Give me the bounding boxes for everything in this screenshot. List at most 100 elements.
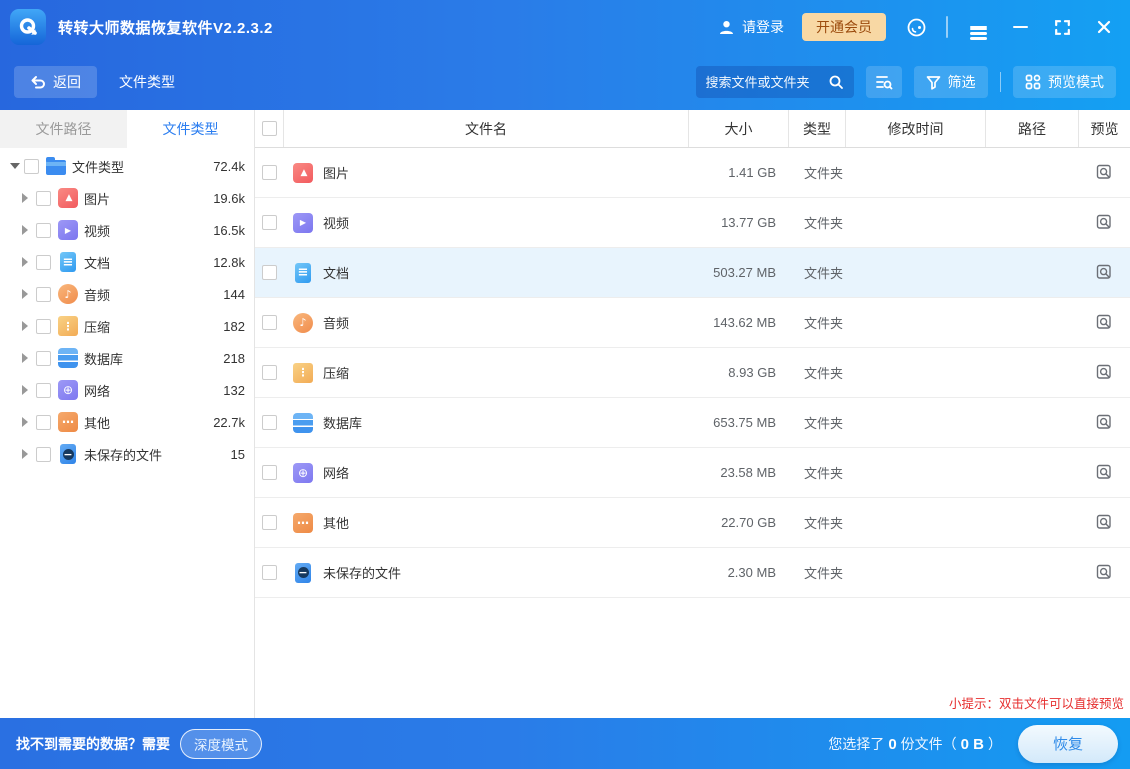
column-header-path[interactable]: 路径 (985, 110, 1078, 147)
column-header-preview[interactable]: 预览 (1078, 110, 1130, 147)
support-button[interactable] (904, 15, 928, 39)
preview-button[interactable] (1096, 514, 1113, 531)
preview-mode-button[interactable]: 预览模式 (1013, 66, 1116, 98)
column-header-modified[interactable]: 修改时间 (845, 110, 985, 147)
checkbox[interactable] (36, 415, 51, 430)
tree-item-root[interactable]: 文件类型 72.4k (0, 150, 254, 182)
checkbox[interactable] (36, 287, 51, 302)
chevron-right-icon[interactable] (22, 449, 36, 459)
checkbox[interactable] (262, 265, 277, 280)
column-header-size[interactable]: 大小 (688, 110, 788, 147)
search-input[interactable] (706, 75, 828, 90)
grid-icon (1025, 74, 1041, 90)
file-table: 文件名 大小 类型 修改时间 路径 预览 图片 1.41 GB 文件夹 视频 (255, 110, 1130, 718)
search-box[interactable] (696, 66, 854, 98)
file-type-tree: 文件类型 72.4k 图片 19.6k 视频 16.5k (0, 148, 254, 470)
preview-button[interactable] (1096, 414, 1113, 431)
checkbox[interactable] (262, 315, 277, 330)
checkbox[interactable] (262, 365, 277, 380)
table-row[interactable]: 网络 23.58 MB 文件夹 (255, 448, 1130, 498)
filter-button[interactable]: 筛选 (914, 66, 988, 98)
table-row[interactable]: 视频 13.77 GB 文件夹 (255, 198, 1130, 248)
preview-button[interactable] (1096, 314, 1113, 331)
minimize-icon (1013, 26, 1028, 29)
app-window: 转转大师数据恢复软件V2.2.3.2 请登录 开通会员 (0, 0, 1130, 769)
chevron-right-icon[interactable] (22, 353, 36, 363)
preview-mode-label: 预览模式 (1048, 72, 1104, 92)
back-button[interactable]: 返回 (14, 66, 97, 98)
net-icon (58, 380, 78, 400)
tree-item-documents[interactable]: 文档 12.8k (0, 246, 254, 278)
selection-summary: 您选择了0份文件（0 B） (828, 734, 1002, 754)
checkbox[interactable] (36, 255, 51, 270)
preview-button[interactable] (1096, 264, 1113, 281)
preview-button[interactable] (1096, 164, 1113, 181)
toolbar: 返回 文件类型 (0, 54, 1130, 110)
chevron-right-icon[interactable] (22, 321, 36, 331)
tree-item-unsaved[interactable]: 未保存的文件 15 (0, 438, 254, 470)
select-all-checkbox[interactable] (262, 121, 277, 136)
deep-mode-button[interactable]: 深度模式 (180, 729, 262, 759)
table-row[interactable]: 其他 22.70 GB 文件夹 (255, 498, 1130, 548)
close-button[interactable] (1092, 15, 1116, 39)
checkbox[interactable] (262, 565, 277, 580)
chevron-right-icon[interactable] (22, 289, 36, 299)
menu-button[interactable] (966, 15, 990, 39)
tree-item-archives[interactable]: 压缩 182 (0, 310, 254, 342)
checkbox[interactable] (36, 383, 51, 398)
tab-file-type[interactable]: 文件类型 (127, 110, 254, 148)
checkbox[interactable] (262, 465, 277, 480)
tree-item-network[interactable]: 网络 132 (0, 374, 254, 406)
preview-button[interactable] (1096, 464, 1113, 481)
checkbox[interactable] (262, 165, 277, 180)
checkbox[interactable] (36, 191, 51, 206)
checkbox[interactable] (262, 415, 277, 430)
chevron-right-icon[interactable] (22, 225, 36, 235)
footer-bar: 找不到需要的数据？需要 深度模式 您选择了0份文件（0 B） 恢复 (0, 718, 1130, 769)
selected-size: 0 B (961, 736, 984, 753)
preview-button[interactable] (1096, 564, 1113, 581)
table-row-selected[interactable]: 文档 503.27 MB 文件夹 (255, 248, 1130, 298)
checkbox[interactable] (24, 159, 39, 174)
chevron-right-icon[interactable] (22, 193, 36, 203)
table-row[interactable]: 未保存的文件 2.30 MB 文件夹 (255, 548, 1130, 598)
other-icon (293, 513, 313, 533)
user-icon (718, 19, 735, 36)
table-row[interactable]: 数据库 653.75 MB 文件夹 (255, 398, 1130, 448)
column-header-name[interactable]: 文件名 (283, 110, 688, 147)
login-button[interactable]: 请登录 (718, 17, 784, 37)
tree-item-audio[interactable]: 音频 144 (0, 278, 254, 310)
table-row[interactable]: 压缩 8.93 GB 文件夹 (255, 348, 1130, 398)
table-row[interactable]: 图片 1.41 GB 文件夹 (255, 148, 1130, 198)
checkbox[interactable] (262, 215, 277, 230)
chevron-down-icon[interactable] (10, 163, 24, 169)
checkbox[interactable] (36, 319, 51, 334)
chevron-right-icon[interactable] (22, 257, 36, 267)
vip-button[interactable]: 开通会员 (802, 13, 886, 41)
search-results-list-button[interactable] (866, 66, 902, 98)
table-row[interactable]: 音频 143.62 MB 文件夹 (255, 298, 1130, 348)
doc-icon (295, 263, 311, 283)
tree-item-videos[interactable]: 视频 16.5k (0, 214, 254, 246)
tree-item-images[interactable]: 图片 19.6k (0, 182, 254, 214)
tree-item-database[interactable]: 数据库 218 (0, 342, 254, 374)
column-header-type[interactable]: 类型 (788, 110, 845, 147)
tab-file-path[interactable]: 文件路径 (0, 110, 127, 148)
maximize-button[interactable] (1050, 15, 1074, 39)
checkbox[interactable] (36, 223, 51, 238)
category-icon (46, 156, 66, 176)
headset-icon (906, 17, 927, 38)
recover-button[interactable]: 恢复 (1018, 725, 1118, 763)
video-icon (58, 220, 78, 240)
chevron-right-icon[interactable] (22, 417, 36, 427)
preview-button[interactable] (1096, 364, 1113, 381)
chevron-right-icon[interactable] (22, 385, 36, 395)
checkbox[interactable] (36, 447, 51, 462)
minimize-button[interactable] (1008, 15, 1032, 39)
checkbox[interactable] (262, 515, 277, 530)
checkbox[interactable] (36, 351, 51, 366)
search-icon[interactable] (828, 74, 844, 90)
tree-item-other[interactable]: 其他 22.7k (0, 406, 254, 438)
preview-button[interactable] (1096, 214, 1113, 231)
audio-icon (58, 284, 78, 304)
